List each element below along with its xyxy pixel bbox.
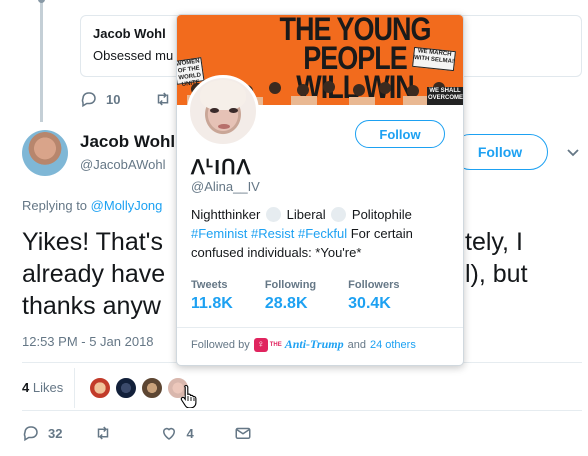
followed-by-prefix: Followed by (191, 338, 250, 351)
stat-value: 30.4K (348, 295, 391, 312)
tweet-text-line3: thanks anyw (22, 292, 161, 320)
tweet-text-line2-end: l), but (465, 260, 528, 288)
stat-following[interactable]: Following 28.8K (265, 279, 316, 313)
retweet-button[interactable] (94, 424, 112, 442)
hashtag-link[interactable]: #Feckful (298, 226, 347, 241)
profile-hover-card[interactable]: THE YOUNG PEOPLE WILL WIN WOMEN OF THE W… (176, 14, 464, 366)
likes-separator (74, 368, 75, 408)
avatar-eye (229, 108, 238, 113)
thread-dot (38, 0, 45, 3)
female-sign-icon: ♀ (253, 337, 268, 352)
reply-icon (81, 92, 96, 108)
banner-sign: WOMEN OF THE WORLD UNITE (177, 57, 205, 88)
thread-line (38, 0, 45, 122)
white-circle-emoji-icon (331, 207, 347, 222)
stat-value: 28.8K (264, 295, 308, 312)
followed-by-the: THE (269, 341, 282, 348)
followed-by-others-link[interactable]: 24 others (370, 339, 416, 351)
divider (22, 410, 582, 411)
tweet-text-line2: already have (22, 260, 166, 288)
envelope-icon (235, 427, 251, 439)
followed-by: Followed by ♀ THE Anti-Trump and 24 othe… (191, 337, 416, 352)
profile-stats: Tweets 11.8K Following 28.8K Followers 3… (191, 279, 425, 313)
hashtag-link[interactable]: #Feminist (191, 226, 247, 241)
profile-display-name[interactable]: ᐱᒻIᑎᐱ (191, 155, 251, 180)
author-name[interactable]: Jacob Wohl (80, 132, 175, 152)
like-button[interactable]: 4 (160, 424, 194, 442)
hover-card-follow-button[interactable]: Follow (355, 120, 445, 148)
card-divider (177, 327, 463, 328)
hand-pointer-cursor-icon (180, 384, 197, 408)
retweet-button[interactable] (154, 90, 172, 108)
stat-followers[interactable]: Followers 30.4K (348, 279, 399, 313)
bio-word: Politophile (351, 207, 412, 222)
chevron-down-icon[interactable] (566, 146, 580, 160)
stat-label: Following (264, 279, 317, 291)
tweet-actions: 32 4 (22, 424, 284, 442)
reply-icon (23, 426, 38, 442)
stat-value: 11.8K (191, 295, 233, 312)
retweet-icon (158, 92, 169, 106)
reply-button[interactable]: 32 (22, 424, 62, 442)
likes-number: 4 (22, 380, 30, 395)
stat-label: Tweets (191, 279, 228, 291)
likes-count[interactable]: 4 Likes (22, 380, 63, 395)
liker-avatar[interactable] (88, 376, 112, 400)
profile-handle[interactable]: @Alina__IV (191, 179, 260, 194)
heart-icon (163, 427, 176, 440)
liker-avatar[interactable] (140, 376, 164, 400)
tweet-text-line1-end: tely, I (465, 228, 523, 256)
reply-count: 10 (106, 91, 121, 107)
bio-word: Nightthinker (191, 207, 261, 222)
reply-count: 32 (48, 425, 63, 441)
followed-by-account[interactable]: Anti-Trump (285, 337, 344, 352)
stat-tweets[interactable]: Tweets 11.8K (191, 279, 233, 313)
replying-prefix: Replying to (22, 198, 88, 213)
direct-message-button[interactable] (234, 424, 252, 442)
author-handle[interactable]: @JacobAWohl (80, 157, 165, 172)
replying-to-link[interactable]: @MollyJong (91, 198, 163, 213)
tweet-timestamp[interactable]: 12:53 PM - 5 Jan 2018 (22, 334, 154, 349)
white-circle-emoji-icon (266, 207, 281, 222)
stat-label: Followers (348, 279, 400, 291)
profile-bio: Nightthinker Liberal Politophile #Femini… (191, 205, 453, 262)
followed-by-and: and (347, 338, 366, 351)
previous-tweet-actions: 10 (80, 90, 172, 108)
banner-sign: WE SHALL OVERCOME (427, 87, 463, 105)
hashtag-link[interactable]: #Resist (251, 226, 294, 241)
likes-label: Likes (32, 380, 64, 395)
tweet-page: Jacob Wohl Obsessed mu 10 Jacob Wohl @Ja… (0, 0, 588, 456)
avatar-lips (218, 124, 230, 129)
retweet-icon (98, 426, 109, 440)
reply-button[interactable]: 10 (80, 90, 120, 108)
bio-word: Liberal (286, 207, 326, 222)
liker-avatar[interactable] (114, 376, 138, 400)
author-avatar[interactable] (22, 130, 68, 176)
avatar-eye (210, 108, 219, 113)
banner-sign: WE MARCH WITH SELMA! (412, 46, 456, 72)
follow-author-button[interactable]: Follow (452, 134, 548, 170)
like-count: 4 (186, 425, 194, 441)
profile-avatar[interactable] (187, 75, 259, 147)
replying-to: Replying to @MollyJong (22, 198, 162, 213)
tweet-text-line1: Yikes! That's (22, 228, 163, 256)
